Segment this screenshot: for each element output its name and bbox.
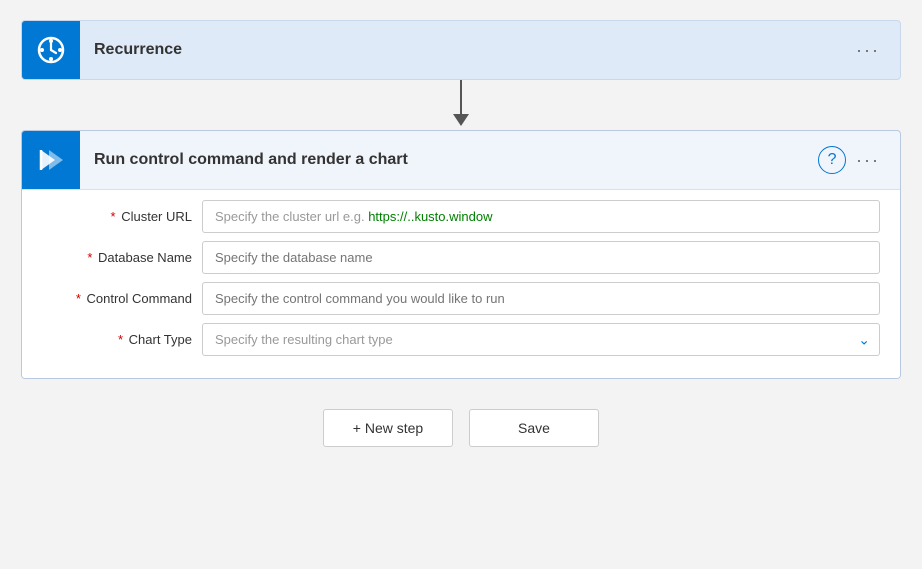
database-name-input[interactable]: [202, 241, 880, 274]
recurrence-more-button[interactable]: ···: [850, 36, 886, 65]
action-card: Run control command and render a chart ?…: [21, 130, 901, 379]
chart-type-wrapper: Specify the resulting chart type ⌄: [202, 323, 880, 356]
recurrence-title: Recurrence: [80, 41, 850, 59]
recurrence-icon-bg: [22, 21, 80, 79]
new-step-button[interactable]: + New step: [323, 409, 453, 447]
control-command-row: * Control Command: [42, 282, 880, 315]
control-command-input[interactable]: [202, 282, 880, 315]
cluster-url-required: *: [111, 209, 116, 224]
database-name-row: * Database Name: [42, 241, 880, 274]
cluster-url-label: * Cluster URL: [42, 209, 202, 224]
action-card-actions: ? ···: [818, 146, 900, 175]
chart-type-select[interactable]: Specify the resulting chart type: [202, 323, 880, 356]
action-card-body: * Cluster URL Specify the cluster url e.…: [22, 189, 900, 378]
arrow-head: [453, 114, 469, 126]
cluster-url-row: * Cluster URL Specify the cluster url e.…: [42, 200, 880, 233]
control-command-required: *: [76, 291, 81, 306]
bottom-actions: + New step Save: [323, 409, 599, 447]
control-command-label: * Control Command: [42, 291, 202, 306]
recurrence-actions: ···: [850, 36, 900, 65]
kusto-icon: [35, 144, 67, 176]
arrow-line: [460, 80, 462, 114]
cluster-url-input-wrapper: Specify the cluster url e.g. https://..k…: [202, 200, 880, 233]
action-card-title: Run control command and render a chart: [80, 151, 818, 169]
database-name-label: * Database Name: [42, 250, 202, 265]
cluster-url-placeholder-display: Specify the cluster url e.g. https://..k…: [202, 200, 880, 233]
chart-type-label: * Chart Type: [42, 332, 202, 347]
clock-icon: [36, 35, 66, 65]
save-button[interactable]: Save: [469, 409, 599, 447]
recurrence-card-header: Recurrence ···: [22, 21, 900, 79]
action-card-header: Run control command and render a chart ?…: [22, 131, 900, 189]
arrow-connector: [453, 80, 469, 130]
database-name-required: *: [87, 250, 92, 265]
recurrence-card: Recurrence ···: [21, 20, 901, 80]
flow-container: Recurrence ··· Run control command and r…: [21, 20, 901, 447]
chart-type-row: * Chart Type Specify the resulting chart…: [42, 323, 880, 356]
action-icon-bg: [22, 131, 80, 189]
help-button[interactable]: ?: [818, 146, 846, 174]
chart-type-required: *: [118, 332, 123, 347]
action-more-button[interactable]: ···: [850, 146, 886, 175]
